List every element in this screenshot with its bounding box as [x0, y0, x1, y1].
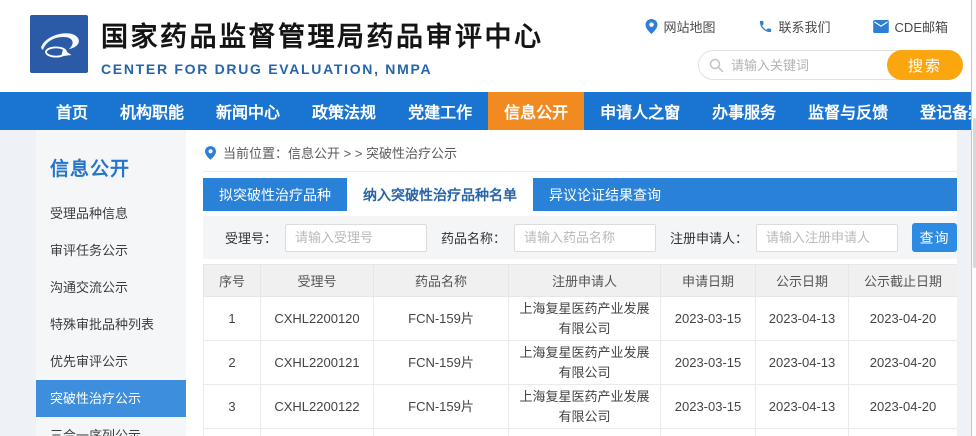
sidebar-item-communication[interactable]: 沟通交流公示: [36, 269, 186, 306]
table-cell-drug-name: FCN-159片: [374, 297, 509, 341]
table-cell-applicant: 上海复星医药产业发展有限公司: [509, 385, 661, 429]
site-titles: 国家药品监督管理局药品审评中心 CENTER FOR DRUG EVALUATI…: [101, 15, 544, 77]
breadcrumb-text: 当前位置：信息公开 > > 突破性治疗公示: [223, 143, 457, 162]
table-cell-applicant: 上海复星医药产业发展有限公司: [509, 297, 661, 341]
phone-icon: [758, 19, 773, 34]
nav-item-organization[interactable]: 机构职能: [104, 92, 200, 130]
table-row: 2 CXHL2200121 FCN-159片 上海复星医药产业发展有限公司 20…: [204, 341, 958, 385]
query-button[interactable]: 查询: [912, 223, 957, 252]
sidebar-item-priority-review[interactable]: 优先审评公示: [36, 343, 186, 380]
table-cell-acceptance-no: CXHL2200121: [261, 341, 374, 385]
cde-logo: [30, 15, 88, 73]
col-header-drug-name: 药品名称: [374, 265, 509, 297]
left-gutter: [0, 130, 36, 436]
drug-name-label: 药品名称：: [441, 228, 506, 247]
table-cell-drug-name: FCN-159片: [374, 385, 509, 429]
acceptance-no-label: 受理号：: [225, 228, 277, 247]
tab-included-breakthrough-list[interactable]: 纳入突破性治疗品种名单: [347, 178, 533, 211]
breakthrough-therapy-table: 序号 受理号 药品名称 注册申请人 申请日期 公示日期 公示截止日期 1 CXH…: [203, 264, 957, 436]
sidebar: 信息公开 受理品种信息 审评任务公示 沟通交流公示 特殊审批品种列表 优先审评公…: [36, 130, 186, 436]
nav-item-policy[interactable]: 政策法规: [296, 92, 392, 130]
tab-objection-result-query[interactable]: 异议论证结果查询: [533, 178, 677, 211]
quick-link-cde-mail[interactable]: CDE邮箱: [873, 17, 948, 36]
table-cell-index: 1: [204, 297, 261, 341]
table-header-row: 序号 受理号 药品名称 注册申请人 申请日期 公示日期 公示截止日期: [204, 265, 958, 297]
applicant-input[interactable]: [756, 224, 898, 252]
breadcrumb: 当前位置：信息公开 > > 突破性治疗公示: [203, 130, 957, 172]
table-cell-index: 2: [204, 341, 261, 385]
col-header-publicity-date: 公示日期: [756, 265, 849, 297]
site-title-cn: 国家药品监督管理局药品审评中心: [101, 15, 544, 54]
table-cell-publicity-date: 2023-04-13: [756, 385, 849, 429]
col-header-publicity-end-date: 公示截止日期: [849, 265, 958, 297]
sidebar-item-review-tasks[interactable]: 审评任务公示: [36, 232, 186, 269]
main-nav: 首页 机构职能 新闻中心 政策法规 党建工作 信息公开 申请人之窗 办事服务 监…: [0, 92, 976, 130]
table-cell-publicity-date: 2023-04-13: [756, 297, 849, 341]
sidebar-item-special-approval[interactable]: 特殊审批品种列表: [36, 306, 186, 343]
table-cell-apply-date: 2023-03-15: [661, 341, 756, 385]
search-icon: [709, 58, 724, 73]
col-header-acceptance-no: 受理号: [261, 265, 374, 297]
table-cell-drug-name: FCN-159片: [374, 341, 509, 385]
sidebar-item-accepted-varieties[interactable]: 受理品种信息: [36, 195, 186, 232]
table-row-partial: [204, 429, 958, 436]
content-area: 信息公开 受理品种信息 审评任务公示 沟通交流公示 特殊审批品种列表 优先审评公…: [0, 130, 976, 436]
table-row: 3 CXHL2200122 FCN-159片 上海复星医药产业发展有限公司 20…: [204, 385, 958, 429]
col-header-applicant: 注册申请人: [509, 265, 661, 297]
quick-link-contact[interactable]: 联系我们: [758, 17, 831, 36]
col-header-index: 序号: [204, 265, 261, 297]
breadcrumb-pin-icon: [205, 146, 216, 160]
search-button[interactable]: 搜索: [887, 50, 963, 80]
sidebar-item-three-in-one[interactable]: 三合一序列公示: [36, 417, 186, 436]
search-input[interactable]: [724, 58, 887, 73]
nav-item-party-building[interactable]: 党建工作: [392, 92, 488, 130]
applicant-label: 注册申请人：: [670, 228, 748, 247]
table-cell-publicity-date: 2023-04-13: [756, 341, 849, 385]
table-cell-apply-date: 2023-03-15: [661, 385, 756, 429]
envelope-icon: [873, 20, 889, 33]
nav-item-supervision-feedback[interactable]: 监督与反馈: [792, 92, 904, 130]
nav-item-info-disclosure[interactable]: 信息公开: [488, 92, 584, 130]
sidebar-item-breakthrough-therapy[interactable]: 突破性治疗公示: [36, 380, 186, 417]
nav-item-news[interactable]: 新闻中心: [200, 92, 296, 130]
nav-item-registration-platform[interactable]: 登记备案平台: [904, 92, 976, 130]
site-title-en: CENTER FOR DRUG EVALUATION, NMPA: [101, 61, 544, 77]
table-cell-applicant: 上海复星医药产业发展有限公司: [509, 341, 661, 385]
nav-item-home[interactable]: 首页: [40, 92, 104, 130]
site-header: 国家药品监督管理局药品审评中心 CENTER FOR DRUG EVALUATI…: [0, 0, 976, 92]
page-scrollbar[interactable]: [971, 0, 976, 436]
table-cell-acceptance-no: CXHL2200120: [261, 297, 374, 341]
filter-bar: 受理号： 药品名称： 注册申请人： 查询: [203, 216, 957, 259]
quick-link-label: CDE邮箱: [895, 17, 948, 36]
tab-bar: 拟突破性治疗品种 纳入突破性治疗品种名单 异议论证结果查询: [203, 178, 957, 211]
table-cell-publicity-end-date: 2023-04-20: [849, 297, 958, 341]
nav-item-applicant-window[interactable]: 申请人之窗: [584, 92, 696, 130]
table-cell-acceptance-no: CXHL2200122: [261, 385, 374, 429]
quick-link-label: 联系我们: [779, 17, 831, 36]
quick-link-label: 网站地图: [664, 17, 716, 36]
main-panel: 当前位置：信息公开 > > 突破性治疗公示 拟突破性治疗品种 纳入突破性治疗品种…: [186, 130, 957, 436]
table-cell-index: 3: [204, 385, 261, 429]
cde-logo-icon: [30, 15, 88, 73]
tab-proposed-breakthrough[interactable]: 拟突破性治疗品种: [203, 178, 347, 211]
nav-item-services[interactable]: 办事服务: [696, 92, 792, 130]
acceptance-no-input[interactable]: [285, 224, 427, 252]
location-pin-icon: [645, 19, 658, 34]
sidebar-title: 信息公开: [36, 130, 186, 195]
quick-links: 网站地图 联系我们 CDE邮箱: [645, 17, 948, 36]
col-header-apply-date: 申请日期: [661, 265, 756, 297]
table-row: 1 CXHL2200120 FCN-159片 上海复星医药产业发展有限公司 20…: [204, 297, 958, 341]
quick-link-sitemap[interactable]: 网站地图: [645, 17, 716, 36]
table-cell-publicity-end-date: 2023-04-20: [849, 385, 958, 429]
site-search-bar: 搜索: [698, 50, 963, 80]
drug-name-input[interactable]: [514, 224, 656, 252]
table-cell-apply-date: 2023-03-15: [661, 297, 756, 341]
table-cell-publicity-end-date: 2023-04-20: [849, 341, 958, 385]
